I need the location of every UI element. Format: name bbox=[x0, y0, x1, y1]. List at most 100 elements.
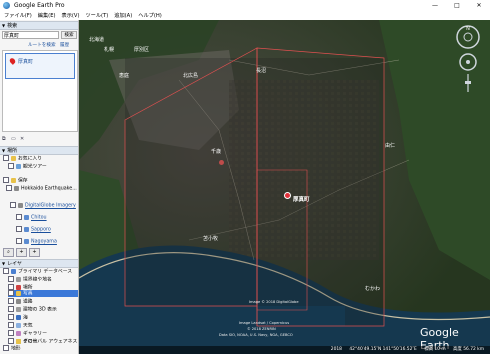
photo-icon bbox=[16, 290, 21, 296]
tree-item[interactable]: 海 bbox=[8, 314, 28, 321]
folder-icon bbox=[11, 155, 16, 161]
clear-icon[interactable]: ✕ bbox=[20, 136, 27, 142]
add-icon[interactable]: + bbox=[16, 248, 27, 257]
status-bar: 2018 42°40′49.15″N 141°50′16.52″E 標高 10 … bbox=[79, 346, 490, 354]
directions-link[interactable]: ルートを検索 bbox=[28, 43, 56, 48]
search-result-label: 厚真町 bbox=[18, 59, 34, 65]
pin-icon[interactable] bbox=[219, 160, 224, 165]
tour-icon bbox=[16, 163, 21, 169]
map-label: 由仁 bbox=[385, 143, 396, 149]
kml-icon bbox=[14, 185, 19, 191]
checkbox[interactable] bbox=[8, 290, 14, 296]
collapse-icon: ▼ bbox=[2, 261, 6, 266]
checkbox[interactable] bbox=[8, 330, 14, 336]
status-eye-altitude: 高度 56.72 km bbox=[453, 347, 484, 352]
checkbox[interactable] bbox=[8, 322, 14, 328]
folder-icon[interactable]: ▭ bbox=[11, 136, 18, 142]
map-view[interactable]: 北海道 札幌 厚別区 北広島 恵庭 長沼 千歳 由仁 苫小牧 厚真町 むかわ I… bbox=[79, 20, 490, 354]
checkbox[interactable] bbox=[8, 276, 14, 282]
map-label: 千歳 bbox=[211, 149, 222, 155]
borders-icon bbox=[16, 276, 21, 282]
tree-item-selected[interactable]: 写真 bbox=[8, 290, 78, 297]
gallery-icon bbox=[16, 330, 21, 336]
checkbox[interactable] bbox=[8, 163, 14, 169]
image-credit: Image © 2018 DigitalGlobe bbox=[249, 300, 299, 304]
search-results: 厚真町 bbox=[2, 50, 78, 132]
image-credit: Image Landsat / Copernicus bbox=[239, 321, 290, 325]
status-coords: 42°40′49.15″N 141°50′16.52″E bbox=[349, 347, 417, 352]
checkbox[interactable] bbox=[3, 177, 9, 183]
status-date: 2018 bbox=[330, 347, 342, 352]
tree-item[interactable]: その他 bbox=[8, 338, 37, 345]
checkbox[interactable] bbox=[16, 214, 22, 220]
checkbox[interactable] bbox=[8, 298, 14, 304]
tree-item[interactable]: Nagoyama bbox=[16, 238, 57, 245]
status-elevation: 標高 10 m bbox=[424, 347, 446, 352]
checkbox[interactable] bbox=[3, 345, 9, 351]
layers-header[interactable]: ▼ レイヤ bbox=[0, 259, 78, 268]
image-overlay-icon bbox=[24, 214, 29, 220]
minimize-button[interactable]: — bbox=[424, 0, 446, 11]
menu-file[interactable]: ファイル(F) bbox=[4, 12, 32, 19]
tree-item[interactable]: 道路 bbox=[8, 298, 33, 305]
checkbox[interactable] bbox=[8, 338, 14, 344]
checkbox[interactable] bbox=[3, 155, 9, 161]
search-links: ルートを検索 履歴 bbox=[28, 42, 72, 48]
globe-icon bbox=[11, 268, 16, 274]
roads-icon bbox=[16, 298, 21, 304]
copy-icon[interactable]: ⧉ bbox=[2, 136, 9, 142]
search-header[interactable]: ▼ 検索 bbox=[0, 21, 78, 30]
tree-item[interactable]: 建物の 3D 表示 bbox=[8, 306, 57, 313]
checkbox[interactable] bbox=[8, 306, 14, 312]
menu-tools[interactable]: ツール(T) bbox=[85, 12, 108, 19]
placemark-icon[interactable] bbox=[284, 192, 291, 199]
tree-item[interactable]: Chitou bbox=[16, 214, 47, 221]
tree-item[interactable]: 境界線や地名 bbox=[8, 276, 52, 283]
tree-item[interactable]: プライマリ データベース bbox=[3, 268, 72, 275]
tree-item[interactable]: Hokkaido Earthquake... bbox=[6, 185, 77, 192]
maximize-button[interactable]: □ bbox=[446, 0, 468, 11]
checkbox[interactable] bbox=[16, 226, 22, 232]
checkbox[interactable] bbox=[8, 314, 14, 320]
checkbox[interactable] bbox=[6, 185, 12, 191]
places-toolbar: ⌕ + + bbox=[3, 248, 42, 257]
window-title: Google Earth Pro bbox=[14, 2, 65, 9]
tree-item[interactable]: ギャラリー bbox=[8, 330, 47, 337]
image-overlay-icon bbox=[24, 226, 29, 232]
search-icon[interactable]: ⌕ bbox=[3, 248, 14, 257]
map-label: 苫小牧 bbox=[203, 236, 219, 242]
tree-item[interactable]: 地形 bbox=[3, 345, 21, 352]
checkbox[interactable] bbox=[16, 238, 22, 244]
tree-item[interactable]: DigitalGlobe Imagery bbox=[10, 202, 76, 209]
search-row: 検索 bbox=[2, 31, 77, 40]
tree-item[interactable]: お気に入り bbox=[3, 155, 42, 162]
tree-item[interactable]: 天気 bbox=[8, 322, 33, 329]
tree-item[interactable]: Sapporo bbox=[16, 226, 51, 233]
buildings-icon bbox=[16, 306, 21, 312]
search-button[interactable]: 検索 bbox=[61, 31, 77, 39]
search-input[interactable] bbox=[2, 31, 59, 39]
layer-icon bbox=[18, 202, 23, 208]
checkbox[interactable] bbox=[10, 202, 16, 208]
menu-edit[interactable]: 編集(E) bbox=[38, 12, 56, 19]
placemark-icon bbox=[8, 57, 17, 65]
tree-item[interactable]: 観光ツアー bbox=[8, 163, 47, 170]
menu-add[interactable]: 追加(A) bbox=[114, 12, 132, 19]
map-label: むかわ bbox=[365, 286, 381, 292]
history-link[interactable]: 履歴 bbox=[60, 43, 69, 48]
places-header[interactable]: ▼ 場所 bbox=[0, 146, 78, 155]
search-result-item[interactable]: 厚真町 bbox=[5, 53, 75, 79]
menu-view[interactable]: 表示(V) bbox=[62, 12, 80, 19]
menu-help[interactable]: ヘルプ(H) bbox=[138, 12, 162, 19]
image-credit: © 2018 ZENRIN bbox=[247, 327, 276, 331]
navigation-controls[interactable]: N bbox=[449, 24, 487, 94]
checkbox[interactable] bbox=[3, 268, 9, 274]
map-label: 北海道 bbox=[89, 37, 105, 43]
map-label: 厚別区 bbox=[134, 47, 150, 53]
collapse-icon: ▼ bbox=[2, 148, 6, 153]
tree-item[interactable]: 保存 bbox=[3, 177, 28, 184]
map-label: 恵庭 bbox=[119, 73, 130, 79]
close-button[interactable]: ✕ bbox=[468, 0, 490, 11]
add-folder-icon[interactable]: + bbox=[29, 248, 40, 257]
weather-icon bbox=[16, 322, 21, 328]
